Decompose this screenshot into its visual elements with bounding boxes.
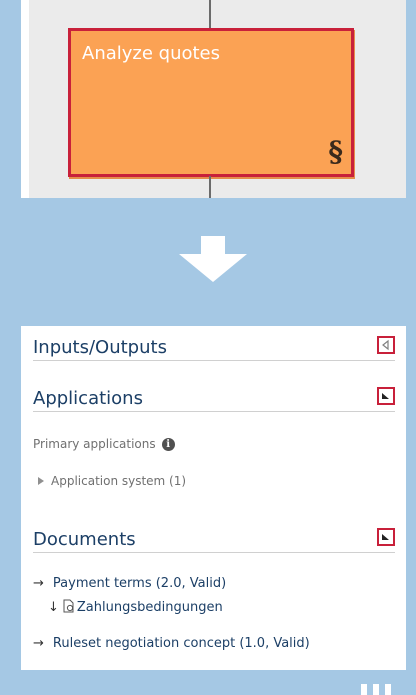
paragraph-rule-icon: § [328,135,343,168]
primary-applications-row: Primary applications i [33,437,175,451]
collapse-toggle-documents[interactable] [377,528,395,546]
arrow-right-icon: → [33,636,44,651]
document-link-ruleset[interactable]: → Ruleset negotiation concept (1.0, Valid… [33,636,310,651]
arrow-down-icon: ↓ [48,600,59,615]
arrow-right-icon: → [33,576,44,591]
triangle-left-icon [382,339,389,351]
collapse-toggle-applications[interactable] [377,387,395,405]
details-panel: Inputs/Outputs Applications Primary appl… [21,326,406,670]
section-inputs-outputs[interactable]: Inputs/Outputs [33,330,395,361]
connection-line-in [209,0,211,30]
triangle-expanded-icon [382,393,389,399]
section-applications[interactable]: Applications [33,381,395,412]
document-link-label[interactable]: Zahlungsbedingungen [77,600,223,615]
down-arrow-icon [179,236,247,282]
process-model-canvas: Analyze quotes § [21,0,406,198]
document-link-label[interactable]: Ruleset negotiation concept (1.0, Valid) [53,636,310,651]
section-documents[interactable]: Documents [33,522,395,553]
collapse-toggle-inputs-outputs[interactable] [377,336,395,354]
canvas-left-strip [21,0,29,198]
info-icon[interactable]: i [161,438,175,451]
function-object[interactable]: Analyze quotes § [68,28,354,177]
triangle-expanded-icon [382,534,389,540]
section-title-documents: Documents [33,529,136,550]
connection-line-out [209,176,211,198]
primary-applications-label: Primary applications [33,437,156,451]
corner-bars-icon [361,684,391,695]
section-title-inputs-outputs: Inputs/Outputs [33,337,167,358]
document-file-icon [63,599,74,613]
document-link-label[interactable]: Payment terms (2.0, Valid) [53,576,226,591]
function-label: Analyze quotes [82,43,221,64]
document-link-zahlungsbedingungen[interactable]: ↓ Zahlungsbedingungen [48,599,223,615]
tree-item-application-system[interactable]: Application system (1) [38,474,186,488]
section-title-applications: Applications [33,388,143,409]
tree-expand-icon[interactable] [38,477,44,485]
document-link-payment-terms[interactable]: → Payment terms (2.0, Valid) [33,576,226,591]
tree-item-label: Application system (1) [51,474,187,488]
